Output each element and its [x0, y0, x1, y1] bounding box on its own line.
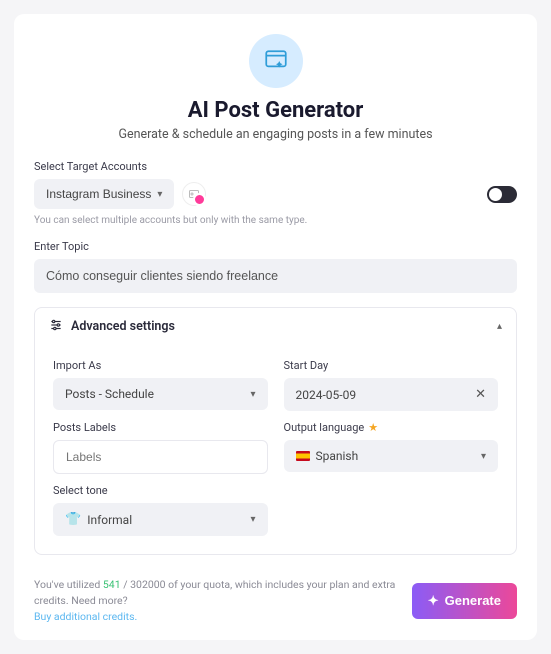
- output-language-field: Output language ★ Spanish ▾: [284, 421, 499, 474]
- chevron-down-icon: ▾: [250, 389, 255, 400]
- generate-button[interactable]: ✦ Generate: [412, 583, 517, 619]
- quota-text: You've utilized 541 / 302000 of your quo…: [34, 577, 412, 624]
- generate-label: Generate: [445, 593, 501, 608]
- accounts-toggle[interactable]: [487, 186, 517, 203]
- premium-star-icon: ★: [368, 421, 378, 434]
- tone-select[interactable]: 👕 Informal ▾: [53, 503, 268, 536]
- buy-credits-link[interactable]: Buy additional credits.: [34, 610, 137, 623]
- tone-emoji-icon: 👕: [65, 512, 81, 527]
- target-account-value: Instagram Business: [46, 187, 151, 201]
- advanced-settings-panel: Advanced settings ▴ Import As Posts - Sc…: [34, 307, 517, 555]
- sparkle-icon: ✦: [428, 593, 439, 609]
- page-title: AI Post Generator: [34, 98, 517, 123]
- posts-labels-label: Posts Labels: [53, 421, 268, 434]
- app-icon-circle: [249, 34, 303, 88]
- quota-total: 302000: [130, 578, 165, 591]
- target-accounts-left: Instagram Business ▾: [34, 179, 206, 209]
- footer: You've utilized 541 / 302000 of your quo…: [34, 577, 517, 624]
- output-language-label: Output language ★: [284, 421, 499, 434]
- tone-value: Informal: [87, 513, 132, 527]
- quota-used: 541: [103, 578, 121, 591]
- target-accounts-label: Select Target Accounts: [34, 160, 517, 173]
- tone-label: Select tone: [53, 484, 268, 497]
- ai-post-generator-card: AI Post Generator Generate & schedule an…: [14, 14, 537, 640]
- chevron-down-icon: ▾: [157, 189, 162, 200]
- import-as-field: Import As Posts - Schedule ▾: [53, 359, 268, 411]
- topic-label: Enter Topic: [34, 240, 517, 253]
- settings-icon: [49, 318, 63, 335]
- output-language-select[interactable]: Spanish ▾: [284, 440, 499, 472]
- posts-labels-field: Posts Labels: [53, 421, 268, 474]
- sparkle-window-icon: [263, 48, 289, 74]
- target-account-select[interactable]: Instagram Business ▾: [34, 179, 174, 209]
- chevron-down-icon: ▾: [481, 451, 486, 462]
- output-language-value: Spanish: [316, 449, 359, 463]
- posts-labels-input[interactable]: [53, 440, 268, 474]
- target-accounts-helper: You can select multiple accounts but onl…: [34, 215, 517, 226]
- tone-field: Select tone 👕 Informal ▾: [53, 484, 268, 536]
- advanced-settings-header[interactable]: Advanced settings ▴: [35, 308, 516, 345]
- clear-date-icon[interactable]: ✕: [475, 387, 486, 402]
- target-accounts-row: Instagram Business ▾: [34, 179, 517, 209]
- chevron-down-icon: ▾: [250, 514, 255, 525]
- flag-es-icon: [296, 451, 310, 461]
- page-subtitle: Generate & schedule an engaging posts in…: [34, 127, 517, 142]
- start-day-input[interactable]: 2024-05-09 ✕: [284, 378, 499, 411]
- chevron-up-icon: ▴: [497, 321, 502, 332]
- start-day-label: Start Day: [284, 359, 499, 372]
- start-day-value: 2024-05-09: [296, 388, 357, 402]
- advanced-settings-body: Import As Posts - Schedule ▾ Start Day 2…: [35, 345, 516, 554]
- import-as-label: Import As: [53, 359, 268, 372]
- add-account-icon[interactable]: [182, 182, 206, 206]
- start-day-field: Start Day 2024-05-09 ✕: [284, 359, 499, 411]
- topic-input[interactable]: [34, 259, 517, 293]
- advanced-settings-title: Advanced settings: [71, 319, 175, 334]
- import-as-value: Posts - Schedule: [65, 387, 154, 401]
- import-as-select[interactable]: Posts - Schedule ▾: [53, 378, 268, 410]
